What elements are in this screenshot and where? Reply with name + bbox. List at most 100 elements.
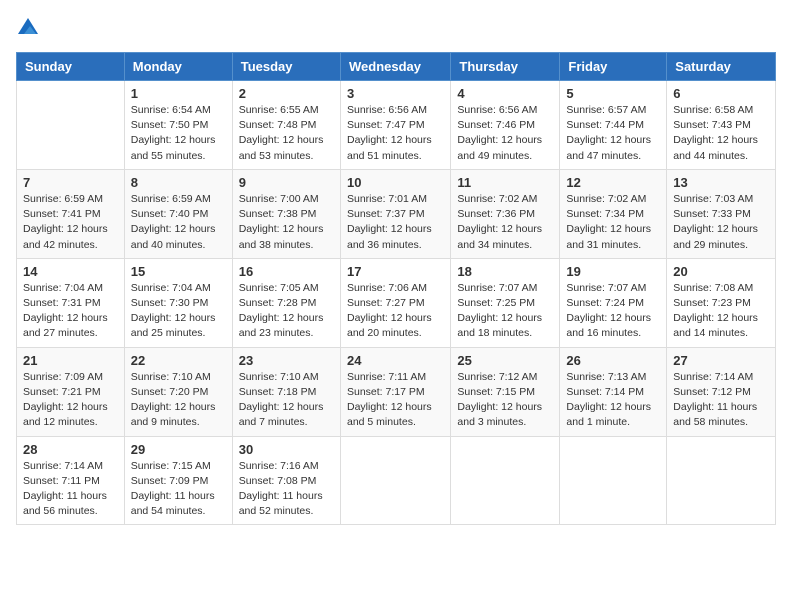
day-info: Sunrise: 7:14 AM Sunset: 7:11 PM Dayligh…: [23, 459, 118, 520]
day-number: 30: [239, 442, 334, 457]
calendar-cell: 3 Sunrise: 6:56 AM Sunset: 7:47 PM Daylig…: [340, 81, 450, 170]
day-number: 2: [239, 86, 334, 101]
weekday-header-tuesday: Tuesday: [232, 53, 340, 81]
day-info: Sunrise: 6:57 AM Sunset: 7:44 PM Dayligh…: [566, 103, 660, 164]
calendar-week-5: 28 Sunrise: 7:14 AM Sunset: 7:11 PM Dayli…: [17, 436, 776, 525]
day-number: 29: [131, 442, 226, 457]
day-info: Sunrise: 7:08 AM Sunset: 7:23 PM Dayligh…: [673, 281, 769, 342]
calendar-cell: 22 Sunrise: 7:10 AM Sunset: 7:20 PM Dayli…: [124, 347, 232, 436]
logo: [16, 16, 44, 40]
calendar-cell: 1Sunrise: 6:54 AM Sunset: 7:50 PM Daylig…: [124, 81, 232, 170]
calendar-cell: [340, 436, 450, 525]
calendar-week-1: 1Sunrise: 6:54 AM Sunset: 7:50 PM Daylig…: [17, 81, 776, 170]
day-number: 22: [131, 353, 226, 368]
day-number: 12: [566, 175, 660, 190]
day-number: 27: [673, 353, 769, 368]
day-number: 5: [566, 86, 660, 101]
calendar-cell: 25 Sunrise: 7:12 AM Sunset: 7:15 PM Dayli…: [451, 347, 560, 436]
calendar-cell: [667, 436, 776, 525]
day-info: Sunrise: 7:00 AM Sunset: 7:38 PM Dayligh…: [239, 192, 334, 253]
calendar-cell: 28 Sunrise: 7:14 AM Sunset: 7:11 PM Dayli…: [17, 436, 125, 525]
day-info: Sunrise: 7:12 AM Sunset: 7:15 PM Dayligh…: [457, 370, 553, 431]
calendar-cell: 17 Sunrise: 7:06 AM Sunset: 7:27 PM Dayli…: [340, 258, 450, 347]
calendar-cell: 6Sunrise: 6:58 AM Sunset: 7:43 PM Daylig…: [667, 81, 776, 170]
day-info: Sunrise: 7:02 AM Sunset: 7:34 PM Dayligh…: [566, 192, 660, 253]
day-info: Sunrise: 7:15 AM Sunset: 7:09 PM Dayligh…: [131, 459, 226, 520]
day-info: Sunrise: 7:13 AM Sunset: 7:14 PM Dayligh…: [566, 370, 660, 431]
calendar-cell: 30 Sunrise: 7:16 AM Sunset: 7:08 PM Dayli…: [232, 436, 340, 525]
weekday-header-saturday: Saturday: [667, 53, 776, 81]
calendar-week-3: 14Sunrise: 7:04 AM Sunset: 7:31 PM Dayli…: [17, 258, 776, 347]
day-number: 18: [457, 264, 553, 279]
day-info: Sunrise: 6:54 AM Sunset: 7:50 PM Dayligh…: [131, 103, 226, 164]
day-info: Sunrise: 7:07 AM Sunset: 7:25 PM Dayligh…: [457, 281, 553, 342]
calendar-cell: 29 Sunrise: 7:15 AM Sunset: 7:09 PM Dayli…: [124, 436, 232, 525]
day-info: Sunrise: 7:05 AM Sunset: 7:28 PM Dayligh…: [239, 281, 334, 342]
day-number: 28: [23, 442, 118, 457]
calendar-table: SundayMondayTuesdayWednesdayThursdayFrid…: [16, 52, 776, 525]
weekday-header-thursday: Thursday: [451, 53, 560, 81]
calendar-cell: 16 Sunrise: 7:05 AM Sunset: 7:28 PM Dayli…: [232, 258, 340, 347]
day-info: Sunrise: 7:01 AM Sunset: 7:37 PM Dayligh…: [347, 192, 444, 253]
calendar-cell: 19Sunrise: 7:07 AM Sunset: 7:24 PM Dayli…: [560, 258, 667, 347]
calendar-cell: [451, 436, 560, 525]
calendar-cell: 21 Sunrise: 7:09 AM Sunset: 7:21 PM Dayli…: [17, 347, 125, 436]
calendar-header-row: SundayMondayTuesdayWednesdayThursdayFrid…: [17, 53, 776, 81]
calendar-cell: 4Sunrise: 6:56 AM Sunset: 7:46 PM Daylig…: [451, 81, 560, 170]
day-info: Sunrise: 6:56 AM Sunset: 7:47 PM Dayligh…: [347, 103, 444, 164]
day-info: Sunrise: 7:07 AM Sunset: 7:24 PM Dayligh…: [566, 281, 660, 342]
day-number: 20: [673, 264, 769, 279]
weekday-header-wednesday: Wednesday: [340, 53, 450, 81]
day-number: 6: [673, 86, 769, 101]
calendar-cell: [560, 436, 667, 525]
day-info: Sunrise: 6:59 AM Sunset: 7:40 PM Dayligh…: [131, 192, 226, 253]
day-info: Sunrise: 7:04 AM Sunset: 7:30 PM Dayligh…: [131, 281, 226, 342]
day-number: 7: [23, 175, 118, 190]
day-info: Sunrise: 7:09 AM Sunset: 7:21 PM Dayligh…: [23, 370, 118, 431]
day-number: 23: [239, 353, 334, 368]
day-info: Sunrise: 7:16 AM Sunset: 7:08 PM Dayligh…: [239, 459, 334, 520]
day-number: 26: [566, 353, 660, 368]
day-number: 16: [239, 264, 334, 279]
day-number: 25: [457, 353, 553, 368]
calendar-cell: 24 Sunrise: 7:11 AM Sunset: 7:17 PM Dayli…: [340, 347, 450, 436]
day-info: Sunrise: 7:10 AM Sunset: 7:20 PM Dayligh…: [131, 370, 226, 431]
day-number: 21: [23, 353, 118, 368]
day-number: 10: [347, 175, 444, 190]
day-number: 11: [457, 175, 553, 190]
calendar-cell: 12 Sunrise: 7:02 AM Sunset: 7:34 PM Dayli…: [560, 169, 667, 258]
calendar-cell: 18 Sunrise: 7:07 AM Sunset: 7:25 PM Dayli…: [451, 258, 560, 347]
weekday-header-friday: Friday: [560, 53, 667, 81]
day-info: Sunrise: 6:55 AM Sunset: 7:48 PM Dayligh…: [239, 103, 334, 164]
calendar-cell: 23Sunrise: 7:10 AM Sunset: 7:18 PM Dayli…: [232, 347, 340, 436]
calendar-cell: 5 Sunrise: 6:57 AM Sunset: 7:44 PM Daylig…: [560, 81, 667, 170]
weekday-header-sunday: Sunday: [17, 53, 125, 81]
day-info: Sunrise: 7:06 AM Sunset: 7:27 PM Dayligh…: [347, 281, 444, 342]
calendar-cell: 8 Sunrise: 6:59 AM Sunset: 7:40 PM Daylig…: [124, 169, 232, 258]
day-info: Sunrise: 7:14 AM Sunset: 7:12 PM Dayligh…: [673, 370, 769, 431]
calendar-cell: 7 Sunrise: 6:59 AM Sunset: 7:41 PM Daylig…: [17, 169, 125, 258]
calendar-cell: 26 Sunrise: 7:13 AM Sunset: 7:14 PM Dayli…: [560, 347, 667, 436]
calendar-cell: 13 Sunrise: 7:03 AM Sunset: 7:33 PM Dayli…: [667, 169, 776, 258]
calendar-week-2: 7 Sunrise: 6:59 AM Sunset: 7:41 PM Daylig…: [17, 169, 776, 258]
calendar-cell: 27 Sunrise: 7:14 AM Sunset: 7:12 PM Dayli…: [667, 347, 776, 436]
calendar-cell: 2 Sunrise: 6:55 AM Sunset: 7:48 PM Daylig…: [232, 81, 340, 170]
day-info: Sunrise: 6:59 AM Sunset: 7:41 PM Dayligh…: [23, 192, 118, 253]
calendar-cell: 14Sunrise: 7:04 AM Sunset: 7:31 PM Dayli…: [17, 258, 125, 347]
calendar-cell: 10 Sunrise: 7:01 AM Sunset: 7:37 PM Dayli…: [340, 169, 450, 258]
day-info: Sunrise: 7:04 AM Sunset: 7:31 PM Dayligh…: [23, 281, 118, 342]
day-info: Sunrise: 6:56 AM Sunset: 7:46 PM Dayligh…: [457, 103, 553, 164]
calendar-cell: 20 Sunrise: 7:08 AM Sunset: 7:23 PM Dayli…: [667, 258, 776, 347]
day-number: 9: [239, 175, 334, 190]
day-info: Sunrise: 7:11 AM Sunset: 7:17 PM Dayligh…: [347, 370, 444, 431]
day-number: 17: [347, 264, 444, 279]
day-number: 3: [347, 86, 444, 101]
calendar-cell: 11 Sunrise: 7:02 AM Sunset: 7:36 PM Dayli…: [451, 169, 560, 258]
calendar-cell: 9 Sunrise: 7:00 AM Sunset: 7:38 PM Daylig…: [232, 169, 340, 258]
day-number: 15: [131, 264, 226, 279]
day-number: 13: [673, 175, 769, 190]
day-info: Sunrise: 7:02 AM Sunset: 7:36 PM Dayligh…: [457, 192, 553, 253]
day-info: Sunrise: 7:03 AM Sunset: 7:33 PM Dayligh…: [673, 192, 769, 253]
day-number: 8: [131, 175, 226, 190]
day-number: 24: [347, 353, 444, 368]
